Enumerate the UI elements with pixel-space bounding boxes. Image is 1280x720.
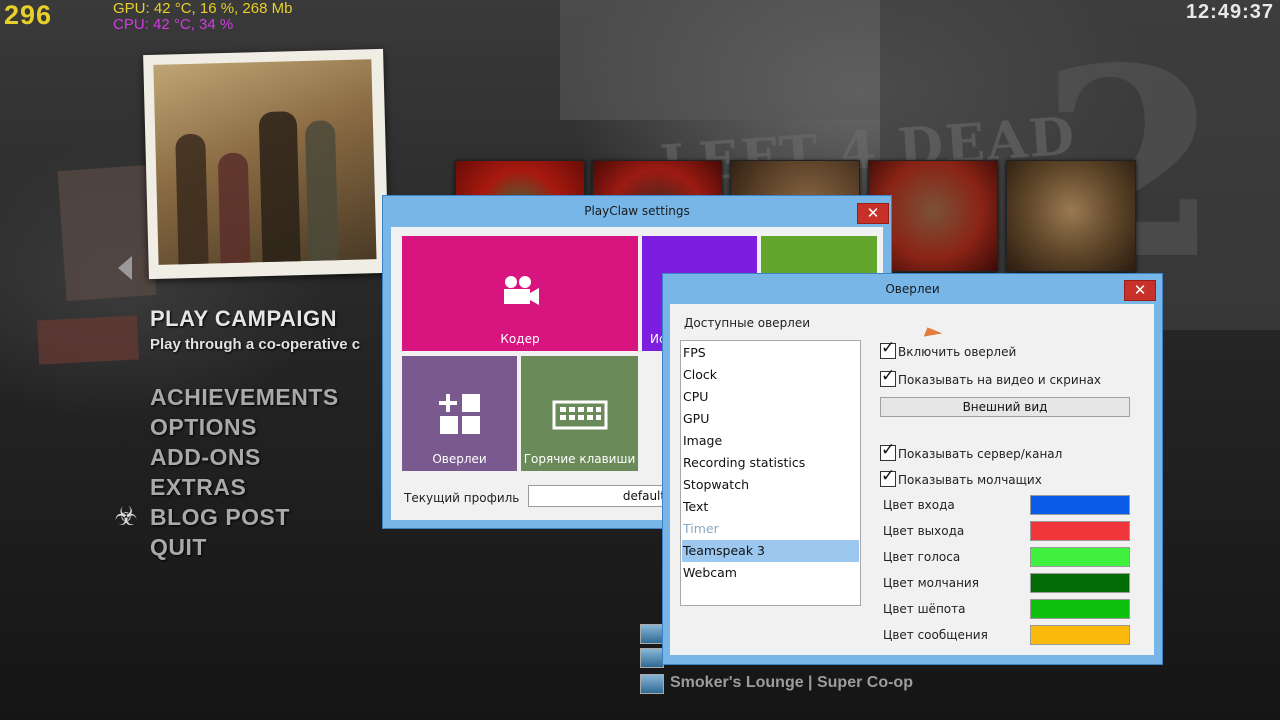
- list-item-cpu[interactable]: CPU: [682, 386, 859, 408]
- checkbox-label: Показывать на видео и скринах: [898, 373, 1102, 387]
- cpu-stats: CPU: 42 °C, 34 %: [113, 16, 234, 33]
- character-portrait[interactable]: [1006, 160, 1136, 272]
- checkmark-icon: [880, 466, 896, 487]
- biohazard-icon: ☣: [114, 502, 138, 532]
- background-sign: [36, 315, 140, 365]
- close-button[interactable]: ✕: [1124, 280, 1156, 301]
- campaign-photo: [143, 48, 389, 280]
- appearance-button[interactable]: Внешний вид: [880, 397, 1130, 417]
- checkbox-label: Показывать сервер/канал: [898, 447, 1063, 461]
- color-label-join: Цвет входа: [883, 498, 955, 512]
- menu-play-campaign[interactable]: PLAY CAMPAIGN: [150, 306, 337, 332]
- clock-overlay: 12:49:37: [1185, 1, 1274, 23]
- survivor-figure: [175, 133, 209, 265]
- menu-play-campaign-description: Play through a co-operative c: [150, 336, 361, 353]
- show-on-video-checkbox[interactable]: Показывать на видео и скринах: [880, 366, 1102, 389]
- list-item-label: Clock: [683, 367, 717, 382]
- list-item-label: Teamspeak 3: [683, 543, 766, 558]
- list-item-label: CPU: [683, 389, 709, 404]
- enable-overlay-checkbox[interactable]: Включить оверлей: [880, 338, 1017, 361]
- available-overlays-label: Доступные оверлеи: [684, 316, 811, 330]
- color-label-whisper: Цвет шёпота: [883, 602, 966, 616]
- color-label-voice: Цвет голоса: [883, 550, 961, 564]
- checkmark-icon: [880, 338, 896, 359]
- current-profile-label: Текущий профиль: [404, 491, 520, 505]
- carousel-left-arrow-icon[interactable]: [118, 256, 132, 280]
- tile-label: Горячие клавиши: [523, 452, 636, 466]
- tile-hotkeys[interactable]: Горячие клавиши: [521, 356, 638, 471]
- list-item-stopwatch[interactable]: Stopwatch: [682, 474, 859, 496]
- server-icon: [640, 624, 664, 644]
- list-item-label: GPU: [683, 411, 710, 426]
- server-icon: [640, 648, 664, 668]
- checkmark-icon: [880, 366, 896, 387]
- color-label-silence: Цвет молчания: [883, 576, 979, 590]
- keyboard-icon: [552, 400, 608, 430]
- tile-label: Оверлеи: [432, 452, 487, 466]
- color-swatch-message[interactable]: [1030, 625, 1130, 645]
- fps-counter: 296: [4, 0, 53, 30]
- video-camera-icon: [504, 276, 539, 305]
- color-swatch-silence[interactable]: [1030, 573, 1130, 593]
- close-button[interactable]: ✕: [857, 203, 889, 224]
- color-swatch-leave[interactable]: [1030, 521, 1130, 541]
- server-name[interactable]: Smoker's Lounge | Super Co-op: [670, 674, 913, 692]
- list-item-label: Recording statistics: [683, 455, 806, 470]
- survivor-figure: [217, 152, 251, 264]
- list-item-gpu[interactable]: GPU: [682, 408, 859, 430]
- tile-label: Кодер: [500, 332, 540, 346]
- checkbox-label: Показывать молчащих: [898, 473, 1042, 487]
- checkmark-icon: [880, 440, 896, 461]
- color-swatch-join[interactable]: [1030, 495, 1130, 515]
- gpu-stats: GPU: 42 °C, 16 %, 268 Mb: [113, 0, 293, 17]
- survivors-image: [153, 59, 377, 265]
- tile-coder[interactable]: Кодер: [402, 236, 638, 351]
- menu-quit[interactable]: QUIT: [150, 534, 207, 561]
- list-item-recording-statistics[interactable]: Recording statistics: [682, 452, 859, 474]
- list-item-label: Timer: [683, 521, 719, 536]
- color-swatch-whisper[interactable]: [1030, 599, 1130, 619]
- add-tiles-icon: [439, 394, 480, 434]
- show-server-checkbox[interactable]: Показывать сервер/канал: [880, 440, 1063, 463]
- list-item-label: Text: [683, 499, 709, 514]
- list-item-clock[interactable]: Clock: [682, 364, 859, 386]
- list-item-webcam[interactable]: Webcam: [682, 562, 859, 584]
- color-label-leave: Цвет выхода: [883, 524, 965, 538]
- menu-options[interactable]: OPTIONS: [150, 414, 257, 441]
- list-item-image[interactable]: Image: [682, 430, 859, 452]
- color-label-message: Цвет сообщения: [883, 628, 988, 642]
- show-silent-checkbox[interactable]: Показывать молчащих: [880, 466, 1042, 489]
- list-item-label: Webcam: [683, 565, 737, 580]
- menu-extras[interactable]: EXTRAS: [150, 474, 246, 501]
- menu-blog-post[interactable]: BLOG POST: [150, 504, 290, 531]
- overlays-window: Оверлеи ✕ Доступные оверлеи FPS Clock CP…: [662, 273, 1163, 665]
- server-icon: [640, 674, 664, 694]
- menu-add-ons[interactable]: ADD-ONS: [150, 444, 261, 471]
- background-sign: [57, 165, 157, 301]
- list-item-timer[interactable]: Timer: [682, 518, 859, 540]
- list-item-label: FPS: [683, 345, 706, 360]
- list-item-text[interactable]: Text: [682, 496, 859, 518]
- list-item-label: Image: [683, 433, 723, 448]
- list-item-fps[interactable]: FPS: [682, 342, 859, 364]
- window-title: Оверлеи: [885, 282, 940, 296]
- tile-overlays[interactable]: Оверлеи: [402, 356, 517, 471]
- survivor-figure: [258, 111, 301, 263]
- background-building: [560, 0, 880, 120]
- list-item-teamspeak-3[interactable]: Teamspeak 3: [682, 540, 859, 562]
- checkbox-label: Включить оверлей: [898, 345, 1017, 359]
- menu-achievements[interactable]: ACHIEVEMENTS: [150, 384, 339, 411]
- survivor-figure: [304, 120, 339, 261]
- window-title: PlayClaw settings: [584, 204, 690, 218]
- color-swatch-voice[interactable]: [1030, 547, 1130, 567]
- overlays-body: Доступные оверлеи FPS Clock CPU GPU Imag…: [670, 304, 1154, 655]
- list-item-label: Stopwatch: [683, 477, 749, 492]
- overlay-list[interactable]: FPS Clock CPU GPU Image Recording statis…: [680, 340, 861, 606]
